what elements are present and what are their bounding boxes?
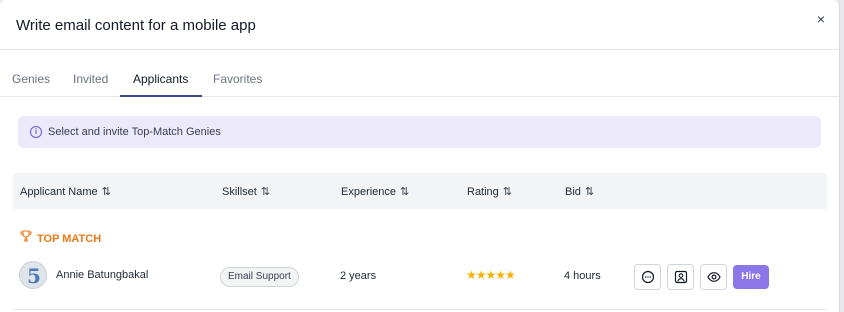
column-rating[interactable]: Rating ⇅ (467, 185, 512, 198)
modal-title: Write email content for a mobile app (16, 17, 256, 34)
applicant-name[interactable]: Annie Batungbakal (56, 269, 148, 281)
tab-genies[interactable]: Genies (12, 72, 50, 86)
column-label: Experience (341, 186, 397, 198)
tab-invited[interactable]: Invited (73, 72, 108, 86)
column-label: Bid (565, 186, 581, 198)
column-skillset[interactable]: Skillset ⇅ (222, 185, 270, 198)
eye-icon (707, 272, 721, 282)
hire-button[interactable]: Hire (733, 265, 769, 289)
column-bid[interactable]: Bid ⇅ (565, 185, 594, 198)
avatar-image-text: 5 (27, 264, 41, 288)
profile-icon (674, 270, 688, 284)
close-icon[interactable]: × (814, 11, 828, 27)
sort-icon[interactable]: ⇅ (503, 186, 512, 198)
top-match-label: TOP MATCH (20, 230, 101, 245)
sort-icon[interactable]: ⇅ (585, 186, 594, 198)
profile-button[interactable] (667, 264, 694, 290)
modal-header: Write email content for a mobile app × (0, 0, 839, 50)
applicants-modal: Write email content for a mobile app × G… (0, 0, 840, 312)
message-icon (641, 270, 655, 284)
top-match-text: TOP MATCH (37, 233, 102, 245)
tab-favorites[interactable]: Favorites (213, 72, 262, 86)
experience-value: 2 years (340, 270, 377, 282)
table-header: Applicant Name ⇅ Skillset ⇅ Experience ⇅ Ra… (13, 173, 827, 209)
column-label: Skillset (222, 186, 257, 198)
rating-stars: ★★★★★ (466, 268, 516, 282)
view-button[interactable] (700, 264, 727, 290)
avatar[interactable]: 5 (19, 261, 47, 289)
message-button[interactable] (634, 264, 661, 290)
column-experience[interactable]: Experience ⇅ (341, 185, 409, 198)
sort-icon[interactable]: ⇅ (400, 186, 409, 198)
column-applicant-name[interactable]: Applicant Name ⇅ (20, 185, 111, 198)
sort-icon[interactable]: ⇅ (261, 186, 270, 198)
tab-bar: Genies Invited Applicants Favorites (0, 50, 839, 97)
row-divider (13, 309, 827, 310)
column-label: Rating (467, 186, 499, 198)
bid-value: 4 hours (564, 270, 601, 282)
tab-applicants[interactable]: Applicants (133, 72, 188, 86)
info-icon: i (30, 126, 42, 138)
active-tab-indicator (120, 95, 202, 97)
trophy-icon (20, 230, 33, 245)
sort-icon[interactable]: ⇅ (102, 186, 111, 198)
info-banner: i Select and invite Top-Match Genies (18, 116, 821, 148)
banner-text: Select and invite Top-Match Genies (48, 126, 221, 138)
column-label: Applicant Name (20, 186, 98, 198)
skill-badge: Email Support (220, 267, 299, 287)
